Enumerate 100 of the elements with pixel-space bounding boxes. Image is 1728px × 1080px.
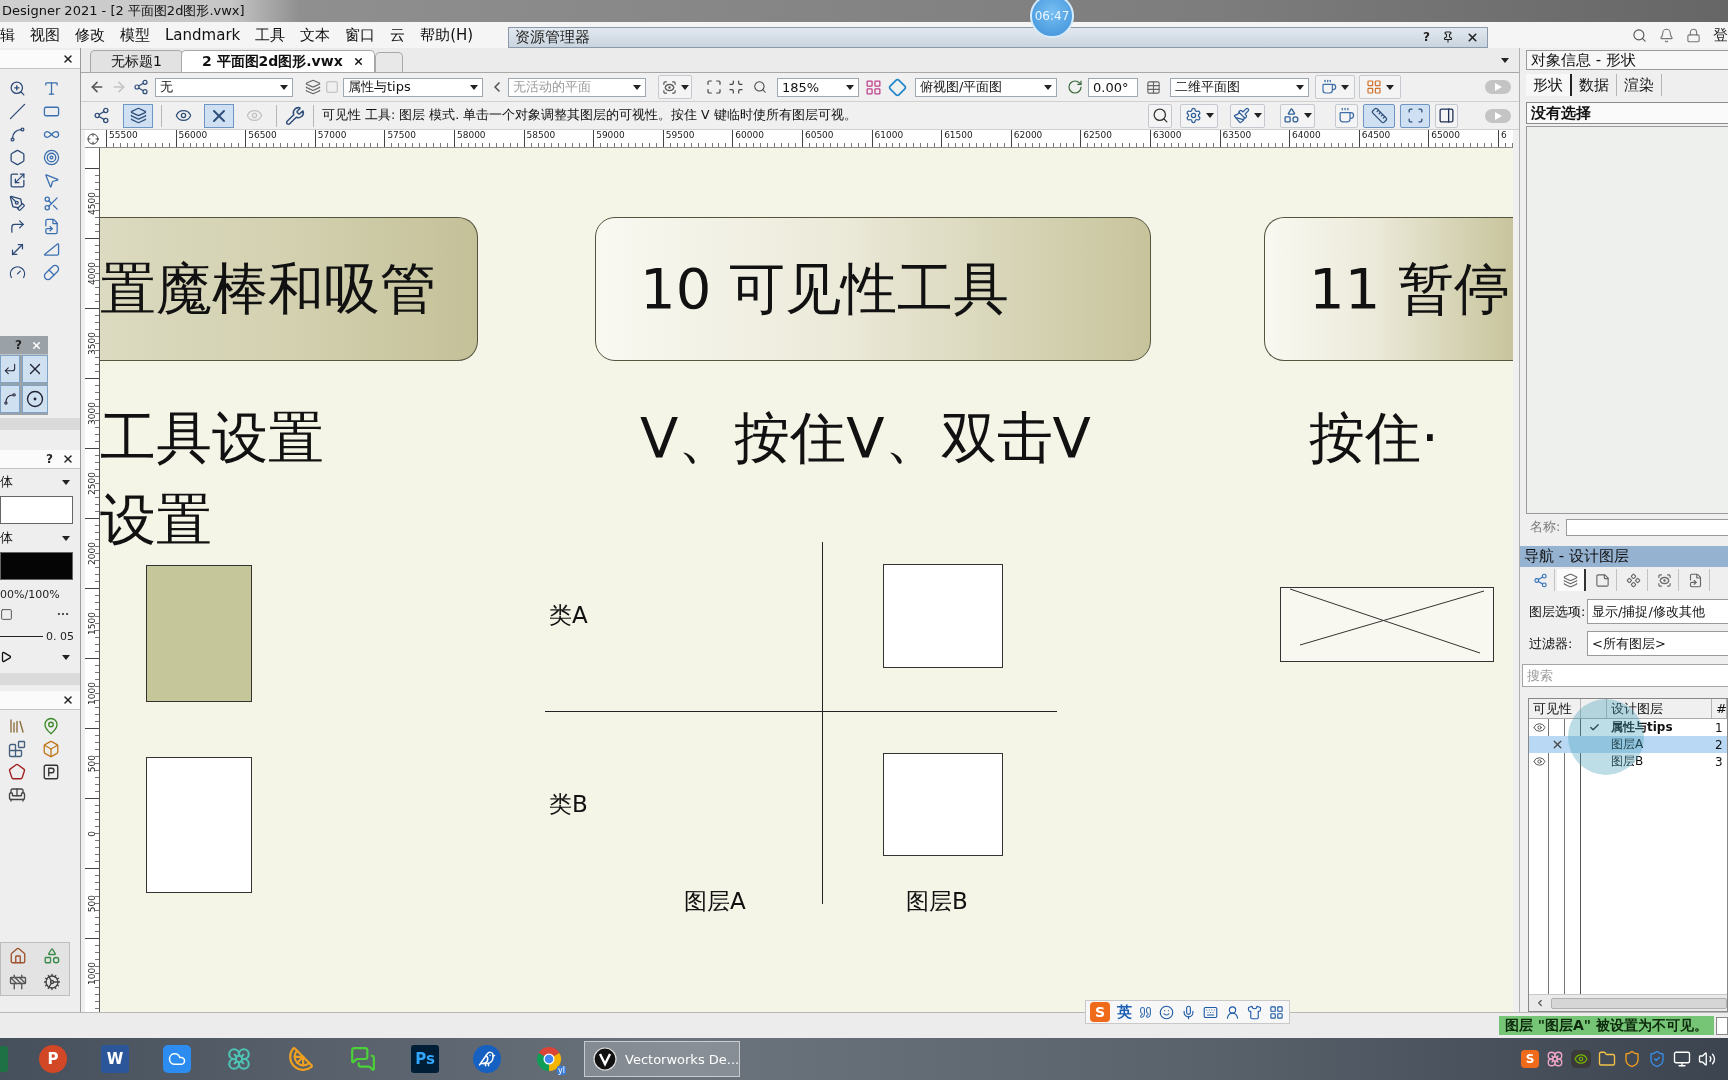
panel-tab[interactable]: 数据 (1572, 73, 1617, 96)
shield-check-icon[interactable] (1648, 1050, 1666, 1068)
monitor-icon[interactable] (1673, 1050, 1691, 1068)
hexagon-icon[interactable] (8, 149, 26, 166)
shield-icon[interactable] (1623, 1050, 1641, 1068)
right-triangle-icon[interactable] (42, 241, 60, 258)
name-field[interactable] (1566, 518, 1728, 536)
menu-item[interactable]: 辑 (0, 25, 15, 45)
shapes-icon[interactable] (43, 947, 61, 965)
menu-item[interactable]: 工具 (255, 25, 286, 45)
zoom-dropdown[interactable]: 185% (777, 77, 859, 97)
curve-icon[interactable] (3, 392, 17, 406)
gauge-icon[interactable] (8, 264, 26, 281)
bird-icon[interactable] (473, 1045, 501, 1073)
eye-icon[interactable] (1532, 721, 1546, 734)
lock-icon[interactable] (1686, 27, 1701, 43)
line-weight-sample[interactable] (0, 635, 43, 637)
help-link[interactable]: ? (46, 453, 53, 465)
corner-arrow-icon[interactable] (8, 218, 26, 235)
parking-sign-icon[interactable] (42, 762, 60, 781)
speaker-icon[interactable] (1698, 1050, 1716, 1068)
panel-tab[interactable]: 形状 (1526, 73, 1572, 96)
person-icon[interactable] (1225, 1004, 1240, 1020)
map-pin-icon[interactable] (42, 716, 60, 735)
taskbar-app-button[interactable]: Ps (411, 1045, 439, 1073)
pen-style-label[interactable]: 体 (0, 529, 13, 547)
toolbar-button[interactable] (1230, 103, 1265, 128)
menu-item[interactable]: Landmark (165, 26, 241, 44)
layer-row[interactable]: 属性与tips 1 (1529, 719, 1727, 736)
layers-icon[interactable] (305, 79, 321, 95)
app-tile-icon[interactable] (0, 1046, 8, 1072)
grid-squares-icon[interactable] (865, 78, 882, 96)
input-mode-label[interactable]: 英 (1117, 1002, 1132, 1022)
layer-dropdown[interactable]: 属性与tips (343, 77, 483, 97)
cup-icon[interactable] (1321, 79, 1337, 95)
pin-icon[interactable] (1442, 31, 1454, 43)
play-icon[interactable] (0, 651, 12, 663)
microphone-icon[interactable] (1181, 1004, 1196, 1020)
mode-toggle-button[interactable] (204, 103, 234, 128)
magnifier-icon[interactable] (753, 80, 767, 94)
connected-nodes-icon[interactable] (133, 79, 149, 95)
taskbar-app-button[interactable]: P (39, 1045, 67, 1073)
blocks-icon[interactable] (8, 739, 26, 758)
eye-tile-icon[interactable] (1571, 1050, 1591, 1068)
panel-tab[interactable] (1557, 569, 1586, 591)
flower-icon[interactable] (1546, 1050, 1564, 1068)
file-arrow-icon[interactable] (42, 218, 60, 235)
rotation-field[interactable]: 0.00° (1088, 77, 1138, 97)
mode-toggle-button[interactable] (123, 103, 153, 128)
zoom-icon[interactable] (8, 80, 26, 97)
barrier-icon[interactable] (9, 973, 27, 991)
sofa-icon[interactable] (8, 785, 26, 804)
account-link[interactable]: 登 (1713, 25, 1728, 45)
taskbar-app-button[interactable]: W (101, 1045, 129, 1073)
eye-icon[interactable] (1532, 755, 1546, 768)
menu-item[interactable]: 文本 (300, 25, 331, 45)
close-icon[interactable] (352, 56, 364, 67)
filter-dropdown[interactable]: <所有图层> (1587, 631, 1728, 656)
flower-icon[interactable] (226, 1046, 252, 1072)
cog-icon[interactable] (43, 973, 61, 991)
column-header[interactable]: 设计图层 (1607, 699, 1712, 718)
search-icon[interactable] (1632, 27, 1647, 43)
scroll-left-icon[interactable] (1535, 998, 1545, 1008)
smile-icon[interactable] (1159, 1004, 1174, 1020)
help-link[interactable]: ? (1423, 31, 1430, 43)
concentric-circles-icon[interactable] (42, 149, 60, 166)
scan-eye-icon[interactable] (661, 79, 677, 95)
bell-icon[interactable] (1659, 27, 1674, 43)
shirt-icon[interactable] (1247, 1004, 1262, 1020)
close-icon[interactable] (1466, 30, 1479, 44)
pen-icon[interactable] (8, 195, 26, 212)
document-tab[interactable]: 无标题1 (90, 50, 183, 72)
layer-row[interactable]: 图层B 3 (1529, 753, 1727, 770)
fill-style-label[interactable]: 体 (0, 473, 13, 491)
toolbar-button[interactable] (1435, 103, 1458, 128)
pill-icon[interactable] (42, 264, 60, 281)
close-icon[interactable] (62, 53, 74, 65)
return-arrow-icon[interactable] (3, 362, 17, 376)
keyboard-icon[interactable] (1203, 1004, 1218, 1020)
column-header[interactable]: 可见性 (1529, 699, 1581, 718)
line-icon[interactable] (8, 103, 26, 120)
close-icon[interactable] (62, 453, 74, 465)
house-icon[interactable] (9, 947, 27, 965)
scissors-icon[interactable] (42, 195, 60, 212)
resize-icon[interactable] (8, 172, 26, 189)
menu-item[interactable]: 云 (390, 25, 406, 45)
rotate-icon[interactable] (1067, 79, 1083, 95)
close-icon[interactable] (62, 694, 74, 706)
diamond-icon[interactable] (888, 77, 907, 97)
render-dropdown[interactable]: 二维平面图 (1170, 77, 1309, 97)
pointer-icon[interactable] (42, 172, 60, 189)
quote-icon[interactable] (1139, 1005, 1152, 1019)
grid-icon[interactable] (1269, 1004, 1284, 1020)
column-header[interactable]: # (1712, 699, 1727, 718)
cloud-icon[interactable] (163, 1045, 191, 1073)
line-weight-value[interactable]: 0. 05 (46, 629, 74, 643)
books-icon[interactable] (8, 716, 26, 735)
polygon-icon[interactable] (8, 762, 26, 781)
inward-corners-icon[interactable] (728, 79, 744, 95)
horizontal-scrollbar[interactable] (1551, 997, 1727, 1009)
